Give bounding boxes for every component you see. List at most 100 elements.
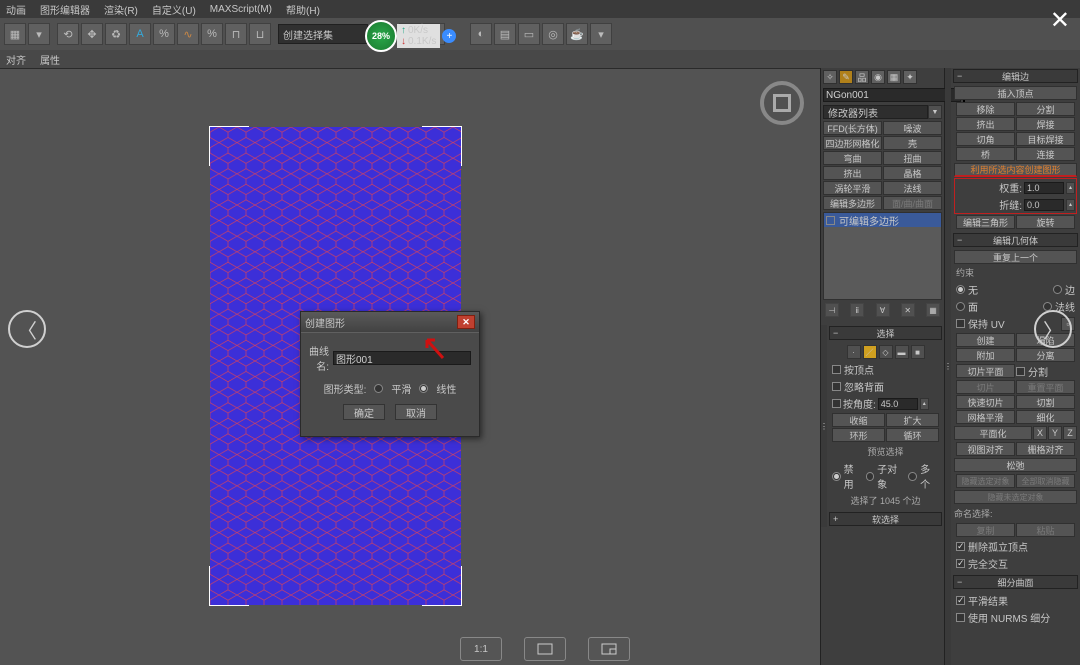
btn-repeat-last[interactable]: 重复上一个	[954, 250, 1077, 264]
tab-hierarchy-icon[interactable]: 品	[855, 70, 869, 84]
chk-delete-iso[interactable]	[956, 542, 965, 551]
so-poly-icon[interactable]: ▬	[895, 345, 909, 359]
mod-facecurve[interactable]: 面/曲/曲面	[883, 196, 942, 210]
chk-split[interactable]	[1016, 367, 1025, 376]
btn-bridge[interactable]: 桥	[956, 147, 1015, 161]
btn-view-align[interactable]: 视图对齐	[956, 442, 1015, 456]
btn-create[interactable]: 创建	[956, 333, 1015, 347]
so-vertex-icon[interactable]: ·	[847, 345, 861, 359]
btn-detach[interactable]: 分离	[1016, 348, 1075, 362]
vp-btn3[interactable]	[588, 637, 630, 661]
mod-ffd[interactable]: FFD(长方体)	[823, 121, 882, 135]
stack-expand-icon[interactable]	[826, 216, 835, 225]
tab-modify-icon[interactable]: ✎	[839, 70, 853, 84]
radio-smooth[interactable]	[374, 384, 383, 393]
btn-connect[interactable]: 连接	[1016, 147, 1075, 161]
chk-use-nurms[interactable]	[956, 613, 965, 622]
btn-shrink[interactable]: 收缩	[832, 413, 885, 427]
btn-target-weld[interactable]: 目标焊接	[1016, 132, 1075, 146]
crease-input[interactable]: 0.0	[1024, 199, 1064, 211]
speed-add-icon[interactable]: +	[442, 29, 456, 43]
zoom-1to1-button[interactable]: 1:1	[460, 637, 502, 661]
dropdown-arrow-icon[interactable]: ▼	[928, 105, 942, 119]
stack-make-unique-icon[interactable]: ▦	[926, 303, 940, 317]
btn-split[interactable]: 分割	[1016, 102, 1075, 116]
btn-hide-selected[interactable]: 隐藏选定对象	[956, 474, 1015, 488]
btn-create-shape-from-selection[interactable]: 利用所选内容创建图形	[954, 163, 1077, 177]
btn-make-planar[interactable]: 平面化	[954, 426, 1032, 440]
sub-properties[interactable]: 属性	[40, 52, 60, 67]
btn-unhide-all[interactable]: 全部取消隐藏	[1016, 474, 1075, 488]
so-element-icon[interactable]: ■	[911, 345, 925, 359]
radio-constrain-none[interactable]	[956, 285, 965, 294]
viewport[interactable]: 创建图形 ✕ 曲线名: 图形类型: 平滑 线性 确定 取消	[0, 68, 820, 665]
carousel-next-button[interactable]: 〉	[1034, 310, 1072, 348]
tab-motion-icon[interactable]: ◉	[871, 70, 885, 84]
close-icon[interactable]: ✕	[1050, 6, 1070, 35]
btn-grow[interactable]: 扩大	[886, 413, 939, 427]
menu-customize[interactable]: 自定义(U)	[152, 2, 196, 17]
tb-layer-icon[interactable]: ▤	[494, 23, 516, 45]
btn-turn[interactable]: 旋转	[1016, 215, 1075, 229]
tab-display-icon[interactable]: ▦	[887, 70, 901, 84]
chk-by-vertex[interactable]	[832, 365, 841, 374]
vp-btn2[interactable]	[524, 637, 566, 661]
weight-input[interactable]: 1.0	[1024, 182, 1064, 194]
menu-render[interactable]: 渲染(R)	[104, 2, 138, 17]
btn-chamfer[interactable]: 切角	[956, 132, 1015, 146]
tb-view-icon[interactable]: ▦	[4, 23, 26, 45]
tb-curve-icon[interactable]: ∿	[177, 23, 199, 45]
radio-constrain-edge[interactable]	[1053, 285, 1062, 294]
btn-planar-z[interactable]: Z	[1063, 426, 1077, 440]
so-edge-icon[interactable]: ／	[863, 345, 877, 359]
rollout-edit-edges[interactable]: 编辑边	[953, 69, 1078, 83]
stack-configure-icon[interactable]: ∀	[876, 303, 890, 317]
mod-editpoly[interactable]: 编辑多边形	[823, 196, 882, 210]
btn-quickslice[interactable]: 快速切片	[956, 395, 1015, 409]
btn-paste-named[interactable]: 粘贴	[1016, 523, 1075, 537]
rollout-selection[interactable]: 选择	[829, 326, 942, 340]
menu-grapheditor[interactable]: 图形编辑器	[40, 2, 90, 17]
tab-create-icon[interactable]: ✧	[823, 70, 837, 84]
sub-align[interactable]: 对齐	[6, 52, 26, 67]
so-border-icon[interactable]: ◇	[879, 345, 893, 359]
btn-planar-y[interactable]: Y	[1048, 426, 1062, 440]
radio-preview-disable[interactable]	[832, 472, 841, 481]
stack-item-editable-poly[interactable]: 可编辑多边形	[824, 213, 941, 227]
selection-set-dropdown[interactable]: 创建选择集	[278, 24, 368, 44]
tb-percent2-icon[interactable]: %	[201, 23, 223, 45]
dlg-cancel-button[interactable]: 取消	[395, 404, 437, 420]
radio-preview-multi[interactable]	[908, 472, 917, 481]
tb-angle-icon[interactable]: A	[129, 23, 151, 45]
btn-relax[interactable]: 松弛	[954, 458, 1077, 472]
mod-bend[interactable]: 弯曲	[823, 151, 882, 165]
btn-loop[interactable]: 循环	[886, 428, 939, 442]
chk-preserve-uv[interactable]	[956, 319, 965, 328]
tb-render-icon[interactable]: ▭	[518, 23, 540, 45]
mod-turbosmooth[interactable]: 涡轮平滑	[823, 181, 882, 195]
tb-teapot-icon[interactable]: ☕	[566, 23, 588, 45]
radio-preview-subobj[interactable]	[866, 472, 875, 481]
btn-cut[interactable]: 切割	[1016, 395, 1075, 409]
dlg-ok-button[interactable]: 确定	[343, 404, 385, 420]
stack-pin-icon[interactable]: ⊣	[825, 303, 839, 317]
tb-snap-icon[interactable]: ⊔	[249, 23, 271, 45]
chk-smooth-result[interactable]	[956, 596, 965, 605]
btn-edit-tri[interactable]: 编辑三角形	[956, 215, 1015, 229]
mod-shell[interactable]: 壳	[883, 136, 942, 150]
btn-slice[interactable]: 切片	[956, 380, 1015, 394]
rollout-subdiv-surface[interactable]: 细分曲面	[953, 575, 1078, 589]
mod-lattice[interactable]: 晶格	[883, 166, 942, 180]
menu-maxscript[interactable]: MAXScript(M)	[210, 4, 272, 15]
dialog-close-button[interactable]: ✕	[457, 315, 475, 329]
viewcube[interactable]	[760, 81, 804, 125]
btn-reset-plane[interactable]: 重置平面	[1016, 380, 1075, 394]
btn-extrude[interactable]: 挤出	[956, 117, 1015, 131]
rollout-edit-geometry[interactable]: 编辑几何体	[953, 233, 1078, 247]
spinner-icon[interactable]: ▴	[1066, 199, 1075, 211]
chk-ignore-backfacing[interactable]	[832, 382, 841, 391]
btn-ring[interactable]: 环形	[832, 428, 885, 442]
chk-by-angle[interactable]	[832, 399, 841, 408]
btn-insert-vertex[interactable]: 插入顶点	[954, 86, 1077, 100]
btn-copy-named[interactable]: 复制	[956, 523, 1015, 537]
